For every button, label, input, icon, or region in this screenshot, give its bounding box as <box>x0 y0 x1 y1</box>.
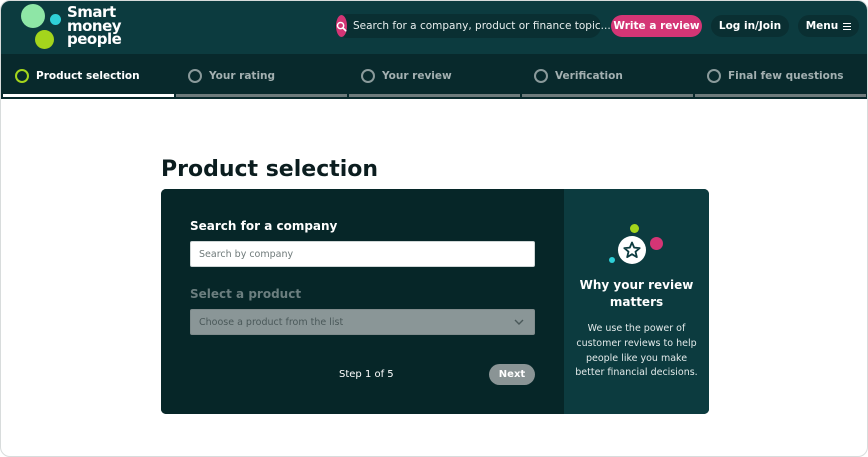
page-title: Product selection <box>161 157 379 182</box>
why-review-title: Why your review matters <box>579 278 694 309</box>
progress-steps: Product selection Your rating Your revie… <box>1 54 867 99</box>
site-header: Smart money people Search for a company,… <box>1 1 867 54</box>
menu-button[interactable]: Menu <box>798 15 859 37</box>
product-select-label: Select a product <box>190 287 302 301</box>
hamburger-icon <box>843 22 852 30</box>
step-label: Verification <box>555 70 623 82</box>
step-progress-bar <box>176 94 347 97</box>
step-final-few-questions[interactable]: Final few questions <box>693 54 867 99</box>
badge-cyan-dot <box>609 257 615 263</box>
step-progress-bar <box>695 94 866 97</box>
step-circle-icon <box>707 69 721 83</box>
company-search-input[interactable] <box>190 241 535 267</box>
logo-mint-dot <box>21 4 45 28</box>
smart-money-people-logo[interactable]: Smart money people <box>21 3 151 51</box>
badge-lime-dot <box>630 224 639 233</box>
search-icon[interactable] <box>336 15 347 37</box>
chevron-down-icon <box>514 319 524 325</box>
site-search-placeholder[interactable]: Search for a company, product or finance… <box>353 20 611 32</box>
product-selection-card: Search for a company Select a product Ch… <box>161 189 709 414</box>
star-badge-icon <box>607 222 667 268</box>
company-search-label: Search for a company <box>190 219 338 233</box>
step-circle-icon <box>15 69 29 83</box>
star-icon <box>618 236 646 264</box>
product-select[interactable]: Choose a product from the list <box>190 309 535 335</box>
menu-label: Menu <box>805 20 839 32</box>
step-label: Your review <box>382 70 452 82</box>
product-select-value: Choose a product from the list <box>199 316 344 328</box>
step-label: Final few questions <box>728 70 844 82</box>
write-review-button[interactable]: Write a review <box>611 15 702 37</box>
step-circle-icon <box>188 69 202 83</box>
why-review-panel: Why your review matters We use the power… <box>564 189 709 414</box>
step-product-selection[interactable]: Product selection <box>1 54 176 99</box>
login-join-button[interactable]: Log in/Join <box>711 15 789 37</box>
site-search[interactable]: Search for a company, product or finance… <box>335 14 611 38</box>
step-counter: Step 1 of 5 <box>339 369 394 380</box>
app-window: Smart money people Search for a company,… <box>0 0 868 457</box>
logo-lime-dot <box>35 30 54 49</box>
product-form: Search for a company Select a product Ch… <box>161 189 564 414</box>
logo-wordmark: Smart money people <box>67 3 122 48</box>
step-circle-icon <box>534 69 548 83</box>
step-progress-bar <box>522 94 693 97</box>
why-review-text: We use the power of customer reviews to … <box>575 323 698 379</box>
step-your-review[interactable]: Your review <box>347 54 522 99</box>
step-progress-bar <box>3 94 174 97</box>
badge-pink-dot <box>650 237 663 250</box>
step-progress-bar <box>349 94 520 97</box>
step-label: Product selection <box>36 70 140 82</box>
step-your-rating[interactable]: Your rating <box>174 54 349 99</box>
step-circle-icon <box>361 69 375 83</box>
logo-cyan-dot <box>50 14 61 25</box>
step-verification[interactable]: Verification <box>520 54 695 99</box>
next-button[interactable]: Next <box>489 364 535 385</box>
step-label: Your rating <box>209 70 276 82</box>
